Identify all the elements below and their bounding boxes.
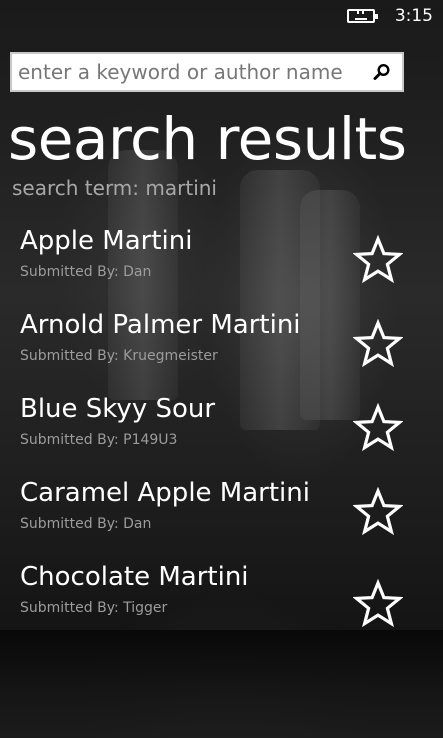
result-title[interactable]: Chocolate Martini (20, 562, 249, 592)
results-list[interactable]: Apple Martini Submitted By: Dan Arnold P… (0, 224, 443, 630)
list-fade-overlay (0, 630, 443, 738)
search-input[interactable] (12, 54, 362, 90)
search-button[interactable] (362, 54, 402, 90)
favorite-button[interactable] (352, 486, 404, 538)
result-author: Submitted By: Kruegmeister (20, 348, 218, 364)
star-outline-icon (353, 403, 403, 452)
list-item[interactable]: Chocolate Martini Submitted By: Tigger (0, 560, 443, 630)
page-title: search results (8, 105, 407, 173)
clock: 3:15 (394, 6, 433, 26)
list-item[interactable]: Arnold Palmer Martini Submitted By: Krue… (0, 308, 443, 392)
star-outline-icon (353, 579, 403, 628)
list-item[interactable]: Apple Martini Submitted By: Dan (0, 224, 443, 308)
star-outline-icon (353, 487, 403, 536)
status-bar: 3:15 (0, 0, 443, 32)
battery-charging-icon (346, 9, 378, 23)
result-title[interactable]: Blue Skyy Sour (20, 394, 215, 424)
search-term-label: search term: martini (12, 176, 217, 200)
result-author: Submitted By: Dan (20, 264, 152, 280)
result-title[interactable]: Arnold Palmer Martini (20, 310, 301, 340)
app-screen: 3:15 search results search term: martini… (0, 0, 443, 738)
favorite-button[interactable] (352, 318, 404, 370)
favorite-button[interactable] (352, 402, 404, 454)
result-title[interactable]: Caramel Apple Martini (20, 478, 310, 508)
search-box (10, 52, 404, 92)
search-icon (373, 63, 390, 80)
result-author: Submitted By: P149U3 (20, 432, 178, 448)
star-outline-icon (353, 235, 403, 284)
star-outline-icon (353, 319, 403, 368)
favorite-button[interactable] (352, 234, 404, 286)
result-author: Submitted By: Tigger (20, 600, 168, 616)
list-item[interactable]: Caramel Apple Martini Submitted By: Dan (0, 476, 443, 560)
list-item[interactable]: Blue Skyy Sour Submitted By: P149U3 (0, 392, 443, 476)
result-title[interactable]: Apple Martini (20, 226, 192, 256)
favorite-button[interactable] (352, 578, 404, 630)
result-author: Submitted By: Dan (20, 516, 152, 532)
